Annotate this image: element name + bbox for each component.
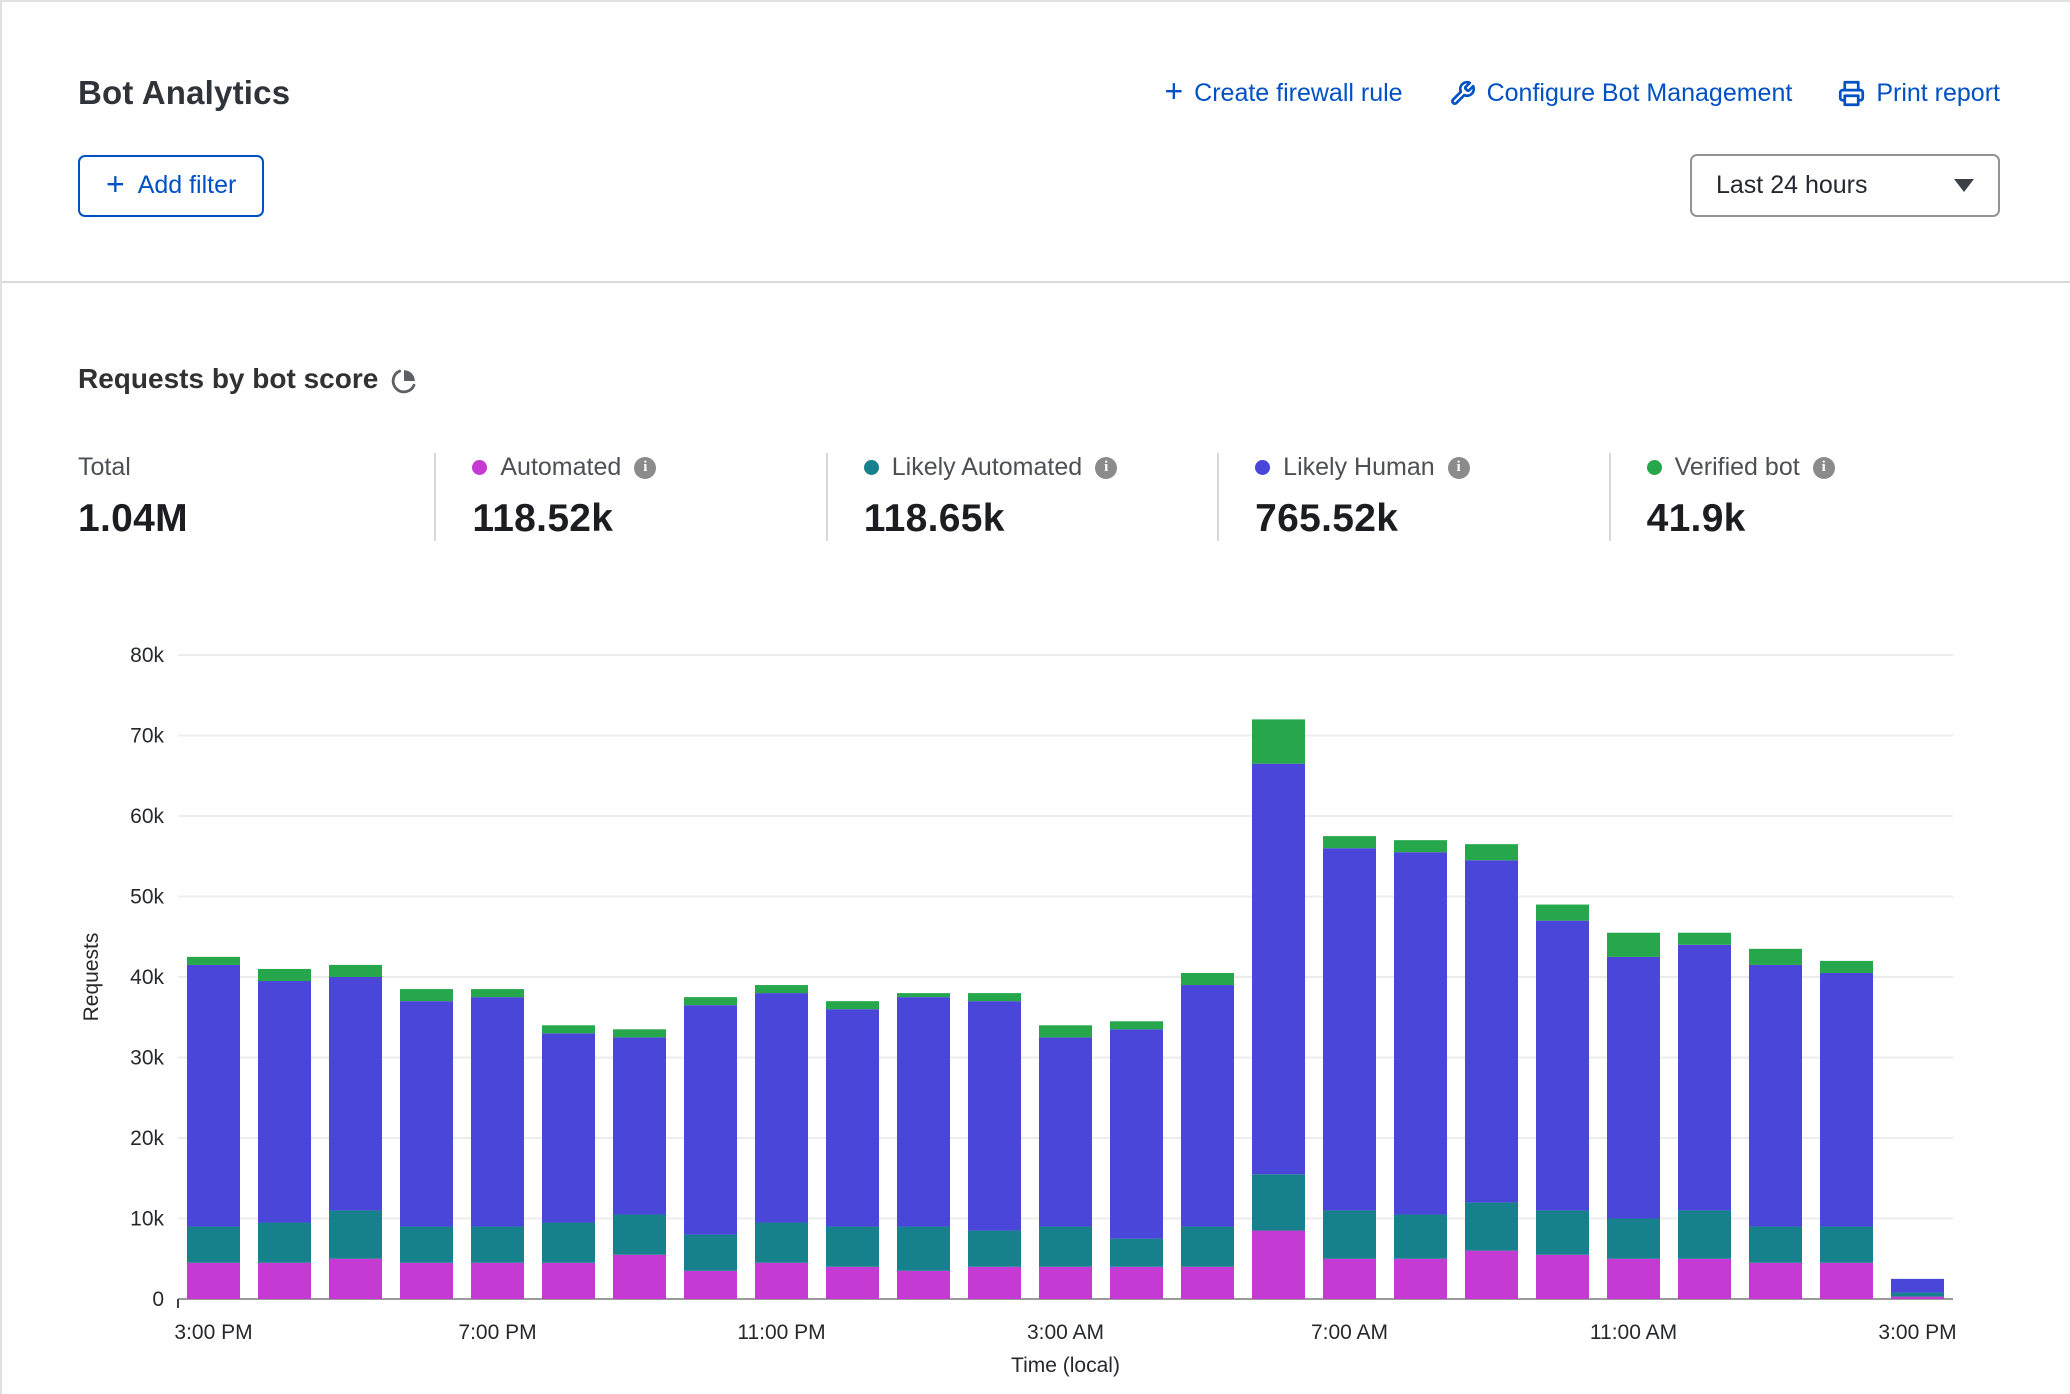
stacked-bar-chart-canvas: 0 10k 20k 30k 40k 50k 60k 70k 80k 3:00 PM 7:00 PM 1… (78, 637, 2028, 1382)
svg-text:11:00 PM: 11:00 PM (737, 1321, 825, 1344)
automated-legend-dot (472, 460, 487, 475)
svg-text:10k: 10k (130, 1208, 164, 1231)
main-content: Requests by bot score Total 1.04M Automa… (2, 363, 2070, 1387)
svg-text:20k: 20k (130, 1127, 164, 1150)
print-report-label: Print report (1876, 79, 2000, 108)
info-icon[interactable]: i (1448, 457, 1470, 479)
stat-verified-bot-label: Verified bot (1675, 453, 1800, 482)
svg-text:11:00 AM: 11:00 AM (1590, 1321, 1677, 1344)
stat-likely-human-label: Likely Human (1283, 453, 1434, 482)
page-title: Bot Analytics (78, 74, 290, 112)
info-icon[interactable]: i (634, 457, 656, 479)
stat-total-label: Total (78, 453, 131, 482)
section-title-row: Requests by bot score (78, 363, 2000, 395)
stat-automated-label: Automated (500, 453, 621, 482)
stat-likely-human-value: 765.52k (1255, 497, 1608, 541)
plus-icon: + (1164, 75, 1183, 107)
svg-text:40k: 40k (130, 966, 164, 989)
svg-text:3:00 PM: 3:00 PM (174, 1321, 252, 1344)
stat-likely-automated: Likely Automated i 118.65k (826, 453, 1217, 541)
likely-human-legend-dot (1255, 460, 1270, 475)
stat-likely-human: Likely Human i 765.52k (1217, 453, 1608, 541)
svg-text:3:00 PM: 3:00 PM (1878, 1321, 1956, 1344)
time-range-value: Last 24 hours (1716, 171, 1868, 200)
requests-by-bot-score-chart: 0 10k 20k 30k 40k 50k 60k 70k 80k 3:00 PM 7:00 PM 1… (78, 637, 2000, 1387)
section-title: Requests by bot score (78, 363, 378, 395)
header-actions: + Create firewall rule Configure Bot Man… (1164, 77, 2000, 109)
printer-icon (1838, 80, 1865, 107)
svg-text:0: 0 (152, 1288, 164, 1311)
stat-total-value: 1.04M (78, 497, 434, 541)
svg-text:60k: 60k (130, 805, 164, 828)
stat-likely-automated-label: Likely Automated (892, 453, 1082, 482)
pie-chart-icon (391, 368, 417, 394)
add-filter-button[interactable]: + Add filter (78, 155, 264, 217)
svg-text:Time (local): Time (local) (1011, 1354, 1120, 1377)
configure-bot-management-label: Configure Bot Management (1487, 79, 1793, 108)
svg-text:Requests: Requests (80, 933, 103, 1022)
bot-analytics-page: Bot Analytics + Create firewall rule Con… (0, 0, 2070, 1394)
print-report-link[interactable]: Print report (1838, 79, 2000, 108)
stat-verified-bot-value: 41.9k (1647, 497, 2000, 541)
header: Bot Analytics + Create firewall rule Con… (2, 2, 2070, 283)
wrench-icon (1449, 80, 1476, 107)
chevron-down-icon (1954, 179, 1974, 192)
create-firewall-rule-link[interactable]: + Create firewall rule (1164, 77, 1402, 109)
likely-automated-legend-dot (864, 460, 879, 475)
configure-bot-management-link[interactable]: Configure Bot Management (1449, 79, 1793, 108)
stat-verified-bot: Verified bot i 41.9k (1609, 453, 2000, 541)
plus-icon: + (106, 168, 125, 200)
svg-text:50k: 50k (130, 886, 164, 909)
stat-automated-value: 118.52k (472, 497, 825, 541)
time-range-dropdown[interactable]: Last 24 hours (1690, 154, 2000, 217)
info-icon[interactable]: i (1813, 457, 1835, 479)
info-icon[interactable]: i (1095, 457, 1117, 479)
svg-text:30k: 30k (130, 1047, 164, 1070)
svg-text:70k: 70k (130, 725, 164, 748)
svg-text:7:00 AM: 7:00 AM (1311, 1321, 1388, 1344)
stats-row: Total 1.04M Automated i 118.52k Likely A… (78, 453, 2000, 541)
svg-text:3:00 AM: 3:00 AM (1027, 1321, 1104, 1344)
add-filter-label: Add filter (138, 171, 237, 200)
create-firewall-rule-label: Create firewall rule (1194, 79, 1402, 108)
stat-likely-automated-value: 118.65k (864, 497, 1217, 541)
stat-total: Total 1.04M (78, 453, 434, 541)
svg-text:80k: 80k (130, 644, 164, 667)
verified-bot-legend-dot (1647, 460, 1662, 475)
svg-text:7:00 PM: 7:00 PM (458, 1321, 536, 1344)
stat-automated: Automated i 118.52k (434, 453, 825, 541)
